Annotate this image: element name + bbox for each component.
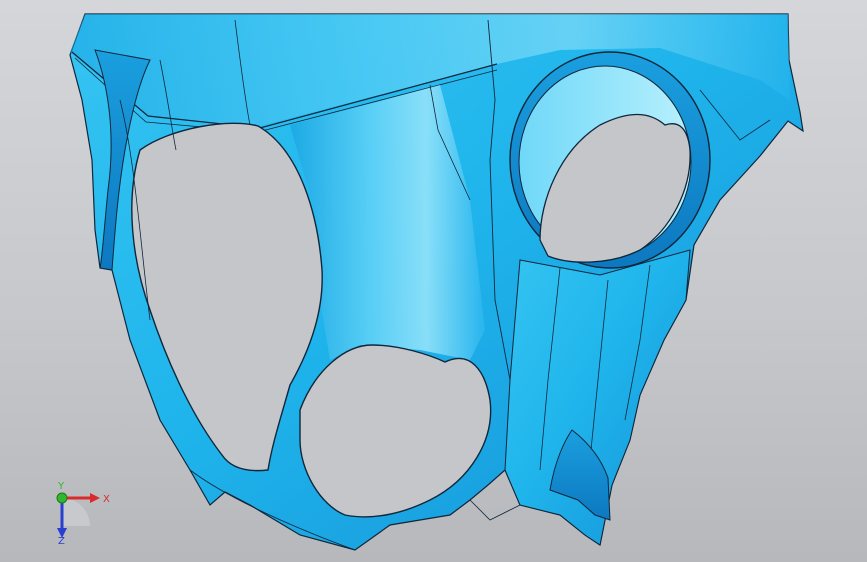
axis-triad: X Y Z: [56, 481, 110, 544]
graphics-viewport[interactable]: X Y Z: [0, 0, 867, 562]
y-axis-label: Y: [57, 481, 65, 492]
x-axis-label: X: [103, 494, 110, 505]
z-axis-label: Z: [58, 536, 65, 544]
3d-model-view[interactable]: [0, 0, 867, 562]
